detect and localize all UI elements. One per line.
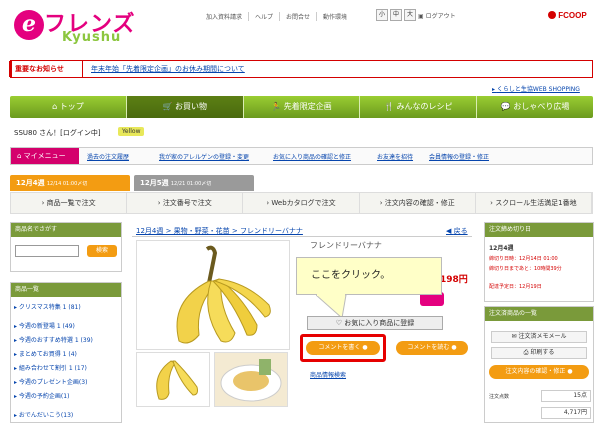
deadline-datetime: 締切り日時：12月14日 01:00 <box>489 256 558 262</box>
banana-thumb-icon <box>156 360 198 400</box>
nav-recipe[interactable]: 🍴 みんなのレシピ <box>360 96 478 118</box>
utensils-icon: 🍴 <box>384 102 394 111</box>
mail-icon: ✉ <box>511 333 517 340</box>
logo-subtext: Kyushu <box>62 30 122 45</box>
logo-e-mark[interactable]: e <box>14 10 44 40</box>
font-size-small-button[interactable]: 小 <box>376 9 388 21</box>
category-item[interactable]: ▸ まとめてお買得 1 (4) <box>14 349 77 358</box>
nav-limited[interactable]: 🏃 先着限定企画 <box>244 96 361 118</box>
product-image <box>136 240 290 350</box>
divider <box>132 236 472 237</box>
header-links: 加入資料請求 ヘルプ お問合せ 動作環境 <box>200 12 353 21</box>
nav-shopping[interactable]: 🛒 お買い物 <box>126 96 244 118</box>
product-info-link[interactable]: 商品情報検索 <box>310 370 346 379</box>
runner-icon: 🏃 <box>271 102 282 111</box>
memo-mail-button[interactable]: ✉ 注文済メモメール <box>491 331 587 343</box>
category-item[interactable]: ▸ 組み合わせて割引 1 (17) <box>14 363 87 372</box>
logout-link[interactable]: ▣ ログアウト <box>418 11 456 20</box>
category-item[interactable]: ▸ 今週のプレゼント企画(3) <box>14 377 87 386</box>
order-method-bar: › 商品一覧で注文 › 注文番号で注文 › Webカタログで注文 › 注文内容の… <box>10 192 593 214</box>
notice-label: 重要なお知らせ <box>9 61 83 77</box>
link-help[interactable]: ヘルプ <box>248 12 279 21</box>
order-confirm[interactable]: › 注文内容の確認・修正 <box>360 193 476 213</box>
search-header: 商品名でさがす <box>11 223 121 237</box>
mymenu-favorites[interactable]: お気に入り商品の確認と修正 <box>273 152 351 161</box>
mymenu-invite[interactable]: お友達を招待 <box>377 152 413 161</box>
notice-link[interactable]: 年末年始「先着限定企画」のお休み期間について <box>91 64 245 74</box>
order-total: 4,717円 <box>541 407 591 419</box>
category-item[interactable]: ▸ 今週のおすすめ特選 1 (39) <box>14 335 93 344</box>
order-count: 15点 <box>541 390 591 402</box>
search-box: 商品名でさがす 検索 <box>10 222 122 272</box>
heart-icon: ♡ <box>335 319 343 327</box>
category-item[interactable]: ▸ 今週の新登場 1 (49) <box>14 321 75 330</box>
category-header: 商品一覧 <box>11 283 121 297</box>
search-button[interactable]: 検索 <box>87 245 117 257</box>
my-menu-label: ⌂ マイメニュー <box>11 148 79 164</box>
main-nav: ⌂ トップ 🛒 お買い物 🏃 先着限定企画 🍴 みんなのレシピ 💬 おしゃべり広… <box>10 96 593 118</box>
print-button[interactable]: ⎙ 印刷する <box>491 347 587 359</box>
my-menu: ⌂ マイメニュー 過去の注文履歴 我が家のアレルゲンの登録・変更 お気に入り商品… <box>10 147 593 165</box>
product-name: フレンドリーバナナ <box>310 241 382 250</box>
write-comment-button[interactable]: コメントを書く ● <box>306 341 380 355</box>
deadline-remaining: 締切り日まであと：10時間39分 <box>489 266 562 272</box>
back-link[interactable]: ◀ 戻る <box>446 226 468 236</box>
order-scroll[interactable]: › スクロール生活満足1番地 <box>476 193 593 213</box>
cart-header: 注文済商品の一覧 <box>485 307 593 321</box>
mymenu-order-history[interactable]: 過去の注文履歴 <box>87 152 129 161</box>
important-notice: 重要なお知らせ 年末年始「先着限定企画」のお休み期間について <box>9 60 593 78</box>
confirm-order-button[interactable]: 注文内容の確認・修正 ● <box>489 365 589 379</box>
order-by-list[interactable]: › 商品一覧で注文 <box>11 193 128 213</box>
category-item[interactable]: ▸ クリスマス特集 1 (81) <box>14 302 81 311</box>
banana-image <box>176 245 271 344</box>
mymenu-allergen[interactable]: 我が家のアレルゲンの登録・変更 <box>159 152 249 161</box>
user-status: SSU80 さん！[ログイン中] <box>14 129 101 137</box>
cart-icon: 🛒 <box>162 102 173 111</box>
link-environment[interactable]: 動作環境 <box>316 12 353 21</box>
thumbnail-dish[interactable] <box>214 352 288 407</box>
search-input[interactable] <box>15 245 79 257</box>
member-badge: Yellow <box>118 127 145 136</box>
fcoop-icon <box>548 11 556 19</box>
deadline-week: 12月4週 <box>489 245 514 252</box>
link-request-docs[interactable]: 加入資料請求 <box>200 12 248 21</box>
order-by-catalog[interactable]: › Webカタログで注文 <box>243 193 360 213</box>
webshop-link[interactable]: ▸ くらしと生協WEB SHOPPING <box>492 84 580 93</box>
logout-icon: ▣ <box>418 13 424 20</box>
breadcrumb[interactable]: 12月4週 > 果物・野菜・花苗 > フレンドリーバナナ <box>136 226 303 236</box>
delivery-date: 配達予定日：12月19日 <box>489 284 542 290</box>
font-size-large-button[interactable]: 大 <box>404 9 416 21</box>
favorite-button[interactable]: ♡ お気に入り商品に登録 <box>307 316 443 330</box>
instruction-callout: ここをクリック。 <box>296 257 442 295</box>
category-item[interactable]: ▸ おでんだいこう(13) <box>14 410 73 419</box>
read-comment-button[interactable]: コメントを読む ● <box>396 341 468 355</box>
printer-icon: ⎙ <box>523 349 529 356</box>
chat-icon: 💬 <box>500 102 511 111</box>
link-contact[interactable]: お問合せ <box>279 12 316 21</box>
tab-week-4[interactable]: 12月4週 12/14 01:00〆切 <box>10 175 130 191</box>
product-price: 198円 <box>440 275 468 285</box>
cart-box: 注文済商品の一覧 ✉ 注文済メモメール ⎙ 印刷する 注文内容の確認・修正 ● … <box>484 306 594 423</box>
mymenu-member-info[interactable]: 会員情報の登録・修正 <box>429 152 489 161</box>
order-by-number[interactable]: › 注文番号で注文 <box>127 193 244 213</box>
thumbnail-banana[interactable] <box>136 352 210 407</box>
home-icon: ⌂ <box>52 102 58 111</box>
category-item[interactable]: ▸ 今週の予約企画(1) <box>14 391 69 400</box>
deadline-box: 注文締め切り日 12月4週 締切り日時：12月14日 01:00 締切り日まであ… <box>484 222 594 302</box>
nav-chat[interactable]: 💬 おしゃべり広場 <box>477 96 593 118</box>
callout-text: ここをクリック。 <box>311 270 391 281</box>
nav-top[interactable]: ⌂ トップ <box>10 96 127 118</box>
fcoop-logo[interactable]: FCOOP <box>548 11 587 20</box>
dish-thumb-icon <box>220 359 282 402</box>
font-size-medium-button[interactable]: 中 <box>390 9 402 21</box>
tab-week-5[interactable]: 12月5週 12/21 01:00〆切 <box>134 175 254 191</box>
count-label: 注文点数 <box>489 394 510 400</box>
deadline-header: 注文締め切り日 <box>485 223 593 237</box>
